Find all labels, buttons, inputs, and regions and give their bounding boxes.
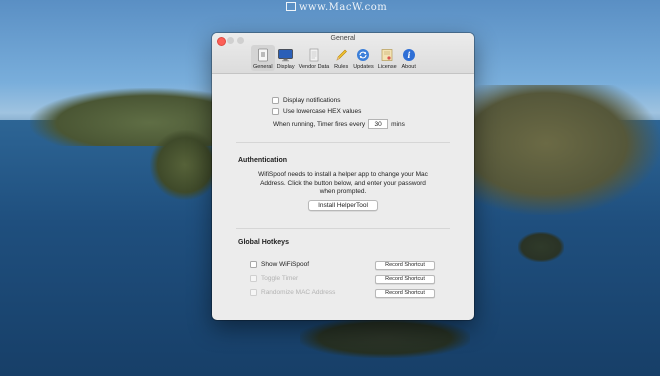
about-icon: i: [401, 47, 417, 63]
tab-updates-label: Updates: [353, 64, 374, 70]
tab-display-label: Display: [276, 64, 295, 70]
preferences-window: General General Display Vendor Data Rule…: [212, 33, 474, 320]
display-notifications-label: Display notifications: [283, 97, 341, 104]
hotkey-row-show-wifispoof[interactable]: Show WiFiSpoof: [250, 261, 309, 268]
randomize-mac-checkbox: [250, 289, 257, 296]
timer-minutes-input[interactable]: 30: [368, 119, 389, 129]
authentication-line-3: when prompted.: [319, 188, 367, 195]
authentication-title: Authentication: [238, 157, 287, 164]
lowercase-hex-checkbox[interactable]: [272, 108, 279, 115]
tab-general-label: General: [253, 64, 273, 70]
authentication-description: WifiSpoof needs to install a helper app …: [242, 171, 444, 197]
rules-icon: [333, 47, 349, 63]
timer-row: When running, Timer fires every 30 mins: [273, 119, 405, 129]
divider: [236, 142, 450, 143]
svg-text:i: i: [407, 50, 410, 60]
lowercase-hex-row[interactable]: Use lowercase HEX values: [272, 108, 361, 115]
general-pane: Display notifications Use lowercase HEX …: [212, 74, 474, 320]
display-icon: [278, 47, 294, 63]
tab-rules-label: Rules: [334, 64, 349, 70]
preferences-toolbar: General Display Vendor Data Rules Update…: [251, 45, 419, 73]
tab-about[interactable]: i About: [399, 45, 419, 71]
timer-prefix-label: When running, Timer fires every: [273, 120, 366, 128]
tab-updates[interactable]: Updates: [351, 45, 376, 71]
tab-vendor-data[interactable]: Vendor Data: [297, 45, 332, 71]
hotkey-row-toggle-timer: Toggle Timer: [250, 275, 298, 282]
desktop-rock: [518, 232, 564, 262]
authentication-line-2: Address. Click the button below, and ent…: [260, 179, 426, 187]
timer-suffix-label: mins: [391, 120, 405, 128]
window-title: General: [330, 35, 356, 42]
tab-about-label: About: [401, 64, 416, 70]
hotkey-row-randomize-mac: Randomize MAC Address: [250, 289, 335, 296]
show-wifispoof-shortcut-button[interactable]: Record Shortcut: [375, 261, 435, 270]
desktop-island-right: [470, 85, 660, 215]
license-icon: [379, 47, 395, 63]
install-helpertool-button[interactable]: Install HelperTool: [308, 200, 378, 211]
lowercase-hex-label: Use lowercase HEX values: [283, 108, 362, 115]
show-wifispoof-label: Show WiFiSpoof: [261, 261, 310, 268]
titlebar: General General Display Vendor Data Rule…: [212, 33, 474, 74]
updates-icon: [355, 47, 371, 63]
divider: [236, 228, 450, 229]
tab-rules[interactable]: Rules: [331, 45, 351, 71]
randomize-mac-label: Randomize MAC Address: [261, 289, 336, 296]
watermark-box-icon: [286, 2, 296, 11]
toggle-timer-shortcut-button[interactable]: Record Shortcut: [375, 275, 435, 284]
global-hotkeys-title: Global Hotkeys: [238, 239, 289, 246]
display-notifications-checkbox[interactable]: [272, 97, 279, 104]
randomize-mac-shortcut-button[interactable]: Record Shortcut: [375, 289, 435, 298]
watermark: www.MacW.com: [286, 2, 387, 13]
desktop-island-bottom: [300, 318, 470, 358]
vendor-data-icon: [306, 47, 322, 63]
general-icon: [255, 47, 271, 63]
toggle-timer-checkbox: [250, 275, 257, 282]
authentication-line-1: WifiSpoof needs to install a helper app …: [258, 171, 428, 178]
toggle-timer-label: Toggle Timer: [261, 275, 299, 282]
tab-license[interactable]: License: [376, 45, 399, 71]
desktop-island-left-point: [150, 130, 220, 200]
tab-vendor-data-label: Vendor Data: [298, 64, 330, 70]
tab-display[interactable]: Display: [275, 45, 297, 71]
display-notifications-row[interactable]: Display notifications: [272, 97, 340, 104]
tab-license-label: License: [377, 64, 397, 70]
tab-general[interactable]: General: [251, 45, 275, 71]
watermark-text: www.MacW.com: [299, 2, 388, 13]
show-wifispoof-checkbox[interactable]: [250, 261, 257, 268]
